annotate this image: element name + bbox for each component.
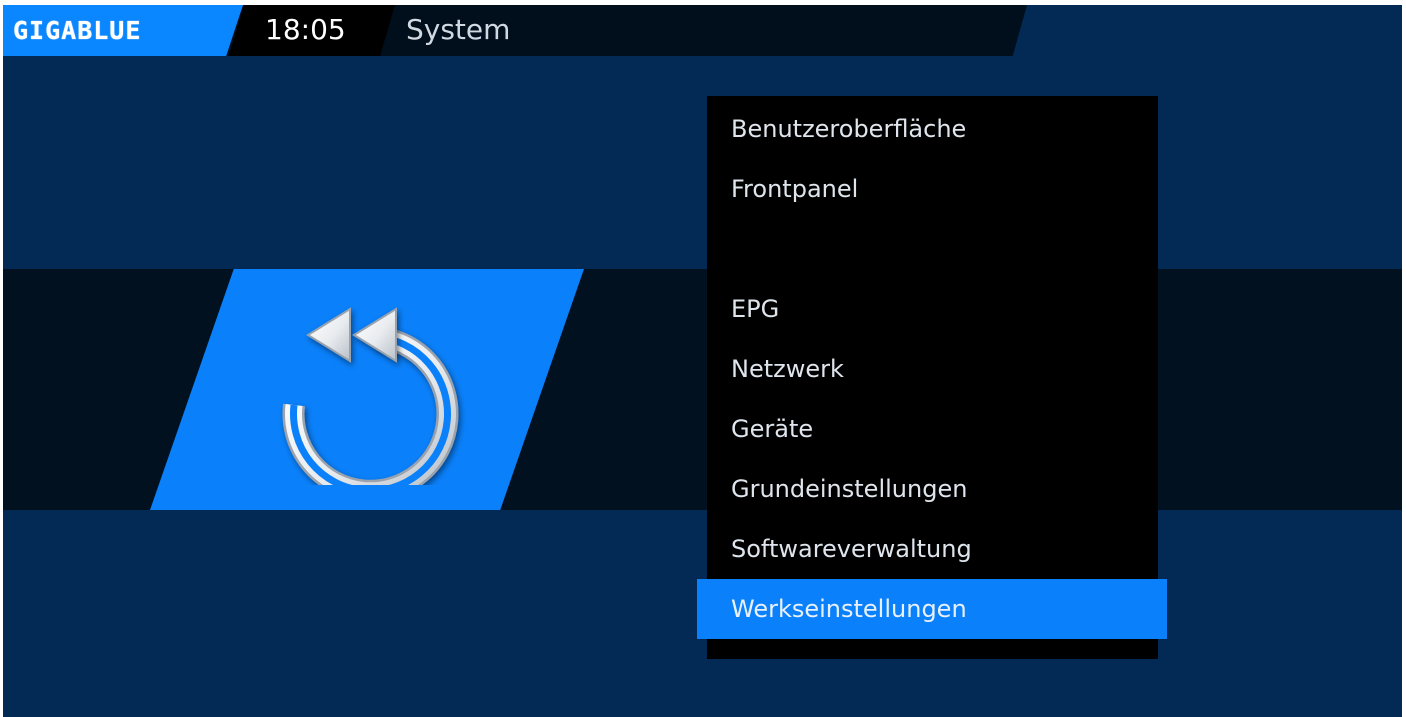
menu-item-grundeinstellungen[interactable]: Grundeinstellungen [697, 459, 1167, 519]
menu-item-empty[interactable] [697, 219, 1167, 279]
menu-item-geraete[interactable]: Geräte [697, 399, 1167, 459]
menu-item-frontpanel[interactable]: Frontpanel [697, 159, 1167, 219]
menu-item-netzwerk[interactable]: Netzwerk [697, 339, 1167, 399]
factory-reset-icon [282, 307, 459, 485]
menu-item-softwareverwaltung[interactable]: Softwareverwaltung [697, 519, 1167, 579]
menu-item-benutzeroberflaeche[interactable]: Benutzeroberfläche [697, 99, 1167, 159]
brand-logo: GIGABLUE [13, 16, 142, 45]
tv-screen: GIGABLUE 18:05 System Benutzeroberfläche… [3, 5, 1402, 717]
page-title: System [406, 13, 511, 46]
clock: 18:05 [265, 13, 346, 46]
menu-item-epg[interactable]: EPG [697, 279, 1167, 339]
menu-item-werkseinstellungen[interactable]: Werkseinstellungen [697, 579, 1167, 639]
